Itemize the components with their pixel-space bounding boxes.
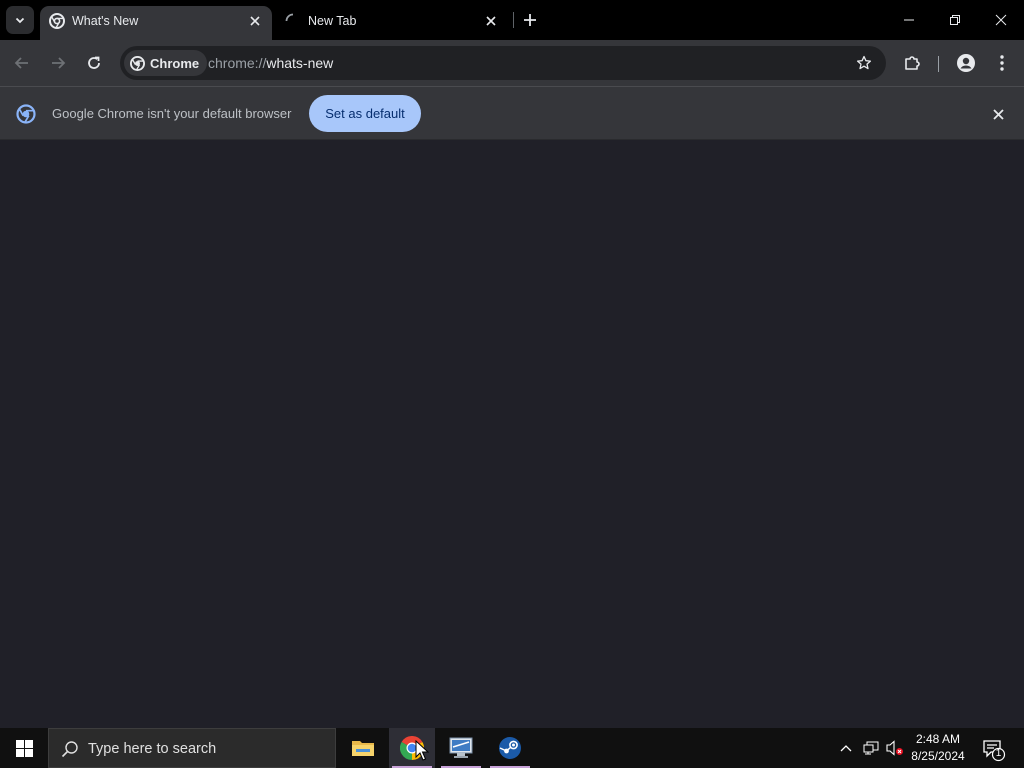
restore-button[interactable]	[932, 0, 978, 40]
site-info-chip[interactable]: Chrome	[124, 50, 208, 76]
minimize-button[interactable]	[886, 0, 932, 40]
chip-label: Chrome	[150, 55, 200, 71]
network-icon	[863, 741, 879, 755]
address-bar[interactable]: Chrome chrome://whats-new	[120, 46, 886, 80]
forward-button[interactable]	[44, 49, 72, 77]
start-button[interactable]	[0, 728, 48, 768]
browser-toolbar: Chrome chrome://whats-new	[0, 40, 1024, 86]
chrome-favicon-icon	[49, 13, 65, 29]
close-icon	[992, 108, 1004, 120]
clock-date: 8/25/2024	[911, 749, 965, 763]
notification-icon	[983, 740, 1006, 762]
loading-spinner-icon	[285, 13, 294, 22]
show-hidden-icons-button[interactable]	[836, 728, 856, 768]
menu-button[interactable]	[988, 49, 1016, 77]
bookmark-button[interactable]	[854, 53, 874, 73]
back-button[interactable]	[8, 49, 36, 77]
url-host: whats-new	[266, 55, 334, 71]
tab-whats-new[interactable]: What's New	[40, 6, 272, 40]
taskbar-remote-desktop[interactable]	[438, 728, 484, 768]
action-center-button[interactable]: 1	[980, 736, 1006, 762]
more-vert-icon	[1000, 55, 1004, 71]
page-content	[0, 140, 1024, 728]
restore-icon	[950, 15, 960, 25]
chrome-logo-icon	[130, 55, 145, 71]
mouse-cursor-icon	[415, 740, 429, 761]
new-tab-button[interactable]	[518, 8, 542, 32]
tab-new-tab[interactable]: New Tab	[276, 6, 508, 40]
windows-logo-icon	[15, 739, 33, 757]
url-text[interactable]: chrome://whats-new	[208, 55, 333, 71]
avatar-icon	[957, 54, 975, 72]
steam-icon	[499, 737, 521, 759]
puzzle-icon	[905, 56, 920, 70]
star-icon	[856, 55, 872, 70]
tab-title: New Tab	[308, 14, 357, 28]
minimize-icon	[904, 19, 914, 21]
close-icon	[995, 14, 1007, 26]
arrow-right-icon	[52, 57, 66, 69]
search-icon	[61, 741, 78, 758]
search-placeholder: Type here to search	[88, 741, 217, 757]
clock-time: 2:48 AM	[915, 732, 961, 746]
tab-strip: What's New New Tab	[0, 0, 1024, 40]
set-as-default-button[interactable]: Set as default	[309, 95, 421, 132]
chrome-logo-icon	[16, 104, 36, 124]
chevron-up-icon	[840, 745, 852, 752]
default-browser-infobar: Google Chrome isn't your default browser…	[0, 86, 1024, 140]
tab-close-button[interactable]	[246, 12, 264, 30]
plus-icon	[524, 14, 536, 26]
tab-close-button[interactable]	[482, 12, 500, 30]
taskbar-steam[interactable]	[487, 728, 533, 768]
arrow-left-icon	[14, 57, 28, 69]
windows-taskbar: Type here to search 2:48 AM 8/25/2024 1	[0, 728, 1024, 768]
taskbar-file-explorer[interactable]	[340, 728, 386, 768]
infobar-close-button[interactable]	[988, 104, 1008, 124]
close-window-button[interactable]	[978, 0, 1024, 40]
notification-count: 1	[995, 748, 1002, 759]
infobar-message: Google Chrome isn't your default browser	[52, 106, 292, 121]
close-icon	[486, 16, 496, 26]
extensions-button[interactable]	[898, 49, 926, 77]
profile-button[interactable]	[952, 49, 980, 77]
taskbar-search-box[interactable]: Type here to search	[48, 728, 336, 768]
network-button[interactable]	[860, 728, 882, 768]
close-icon	[250, 16, 260, 26]
remote-desktop-icon	[449, 737, 473, 758]
clock[interactable]: 2:48 AM 8/25/2024	[900, 731, 976, 765]
tab-title: What's New	[72, 14, 139, 28]
tab-separator	[513, 12, 514, 28]
toolbar-divider	[938, 56, 939, 72]
chevron-down-icon	[15, 17, 25, 24]
reload-button[interactable]	[80, 49, 108, 77]
folder-icon	[352, 741, 374, 756]
url-scheme: chrome://	[208, 55, 267, 71]
tab-search-button[interactable]	[6, 6, 34, 34]
reload-icon	[88, 56, 100, 69]
